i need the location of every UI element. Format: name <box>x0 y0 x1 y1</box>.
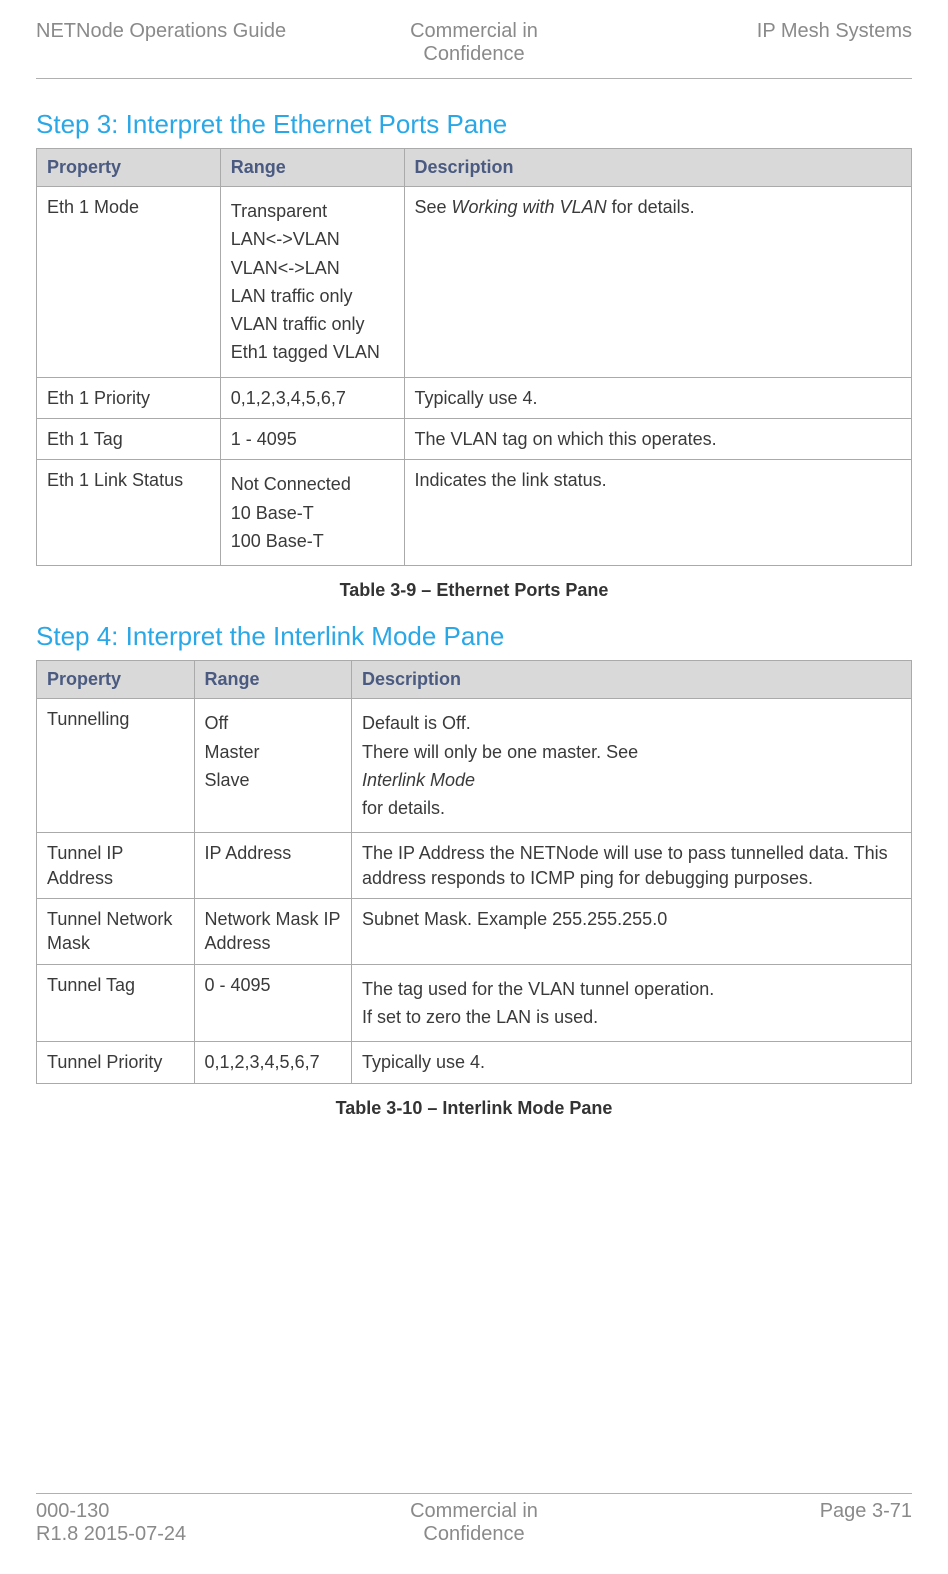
desc-line: Default is Off. <box>362 711 901 735</box>
cell-property: Eth 1 Priority <box>37 377 221 418</box>
table-header-row: Property Range Description <box>37 661 912 699</box>
col-range: Range <box>194 661 352 699</box>
cell-description: Typically use 4. <box>404 377 912 418</box>
range-opt: Not Connected <box>231 472 394 496</box>
table-row: Tunnel IP Address IP Address The IP Addr… <box>37 833 912 899</box>
footer-center-line1: Commercial in <box>410 1500 538 1522</box>
cell-property: Eth 1 Mode <box>37 187 221 378</box>
page: NETNode Operations Guide Commercial in C… <box>0 0 948 1574</box>
step4-heading: Step 4: Interpret the Interlink Mode Pan… <box>36 621 912 652</box>
cell-description: The VLAN tag on which this operates. <box>404 419 912 460</box>
desc-line: There will only be one master. See Inter… <box>362 740 901 821</box>
table-row: Tunnel Tag 0 - 4095 The tag used for the… <box>37 964 912 1042</box>
range-opt: Transparent <box>231 199 394 223</box>
header-center-line2: Confidence <box>423 43 524 65</box>
cell-description: See Working with VLAN for details. <box>404 187 912 378</box>
footer-revdate: R1.8 2015-07-24 <box>36 1523 186 1545</box>
cell-range: IP Address <box>194 833 352 899</box>
header-rule <box>36 78 912 79</box>
range-opt: VLAN traffic only <box>231 312 394 336</box>
range-opt: Master <box>205 740 342 764</box>
header-right: IP Mesh Systems <box>620 20 912 66</box>
cell-description: Subnet Mask. Example 255.255.255.0 <box>352 899 912 965</box>
footer-center-line2: Confidence <box>423 1523 524 1545</box>
desc-text: for details. <box>362 796 901 820</box>
cell-range: Network Mask IP Address <box>194 899 352 965</box>
range-opt: 10 Base-T <box>231 501 394 525</box>
range-opt: Slave <box>205 768 342 792</box>
col-description: Description <box>352 661 912 699</box>
running-footer: 000-130 R1.8 2015-07-24 Commercial in Co… <box>36 1493 912 1546</box>
range-opt: 100 Base-T <box>231 529 394 553</box>
desc-italic: Interlink Mode <box>362 768 901 792</box>
table-row: Eth 1 Priority 0,1,2,3,4,5,6,7 Typically… <box>37 377 912 418</box>
step3-heading: Step 3: Interpret the Ethernet Ports Pan… <box>36 109 912 140</box>
range-opt: Eth1 tagged VLAN <box>231 340 394 364</box>
footer-left: 000-130 R1.8 2015-07-24 <box>36 1500 328 1546</box>
desc-text: See <box>415 197 452 217</box>
desc-text: There will only be one master. See <box>362 740 901 764</box>
desc-line: If set to zero the LAN is used. <box>362 1005 901 1029</box>
cell-property: Tunnelling <box>37 699 195 833</box>
table-header-row: Property Range Description <box>37 149 912 187</box>
footer-page: Page 3-71 <box>620 1500 912 1546</box>
table-row: Eth 1 Link Status Not Connected 10 Base-… <box>37 460 912 566</box>
cell-range: 0 - 4095 <box>194 964 352 1042</box>
range-opt: Off <box>205 711 342 735</box>
footer-docnum: 000-130 <box>36 1500 109 1522</box>
cell-property: Tunnel Tag <box>37 964 195 1042</box>
cell-description: The tag used for the VLAN tunnel operati… <box>352 964 912 1042</box>
cell-property: Tunnel Network Mask <box>37 899 195 965</box>
cell-range: Not Connected 10 Base-T 100 Base-T <box>220 460 404 566</box>
header-center: Commercial in Confidence <box>328 20 620 66</box>
cell-property: Tunnel Priority <box>37 1042 195 1083</box>
cell-description: Indicates the link status. <box>404 460 912 566</box>
desc-line: The tag used for the VLAN tunnel operati… <box>362 977 901 1001</box>
table-row: Eth 1 Mode Transparent LAN<->VLAN VLAN<-… <box>37 187 912 378</box>
table-row: Tunnel Network Mask Network Mask IP Addr… <box>37 899 912 965</box>
cell-range: Off Master Slave <box>194 699 352 833</box>
cell-range: Transparent LAN<->VLAN VLAN<->LAN LAN tr… <box>220 187 404 378</box>
header-center-line1: Commercial in <box>410 20 538 42</box>
footer-center: Commercial in Confidence <box>328 1500 620 1546</box>
footer-rule <box>36 1493 912 1494</box>
range-opt: LAN traffic only <box>231 284 394 308</box>
table-caption: Table 3-9 – Ethernet Ports Pane <box>36 580 912 601</box>
table-interlink-mode: Property Range Description Tunnelling Of… <box>36 660 912 1083</box>
running-header: NETNode Operations Guide Commercial in C… <box>36 20 912 66</box>
desc-italic: Working with VLAN <box>452 197 607 217</box>
table-ethernet-ports: Property Range Description Eth 1 Mode Tr… <box>36 148 912 566</box>
col-property: Property <box>37 661 195 699</box>
cell-range: 1 - 4095 <box>220 419 404 460</box>
cell-description: The IP Address the NETNode will use to p… <box>352 833 912 899</box>
table-row: Tunnelling Off Master Slave Default is O… <box>37 699 912 833</box>
cell-property: Eth 1 Tag <box>37 419 221 460</box>
col-range: Range <box>220 149 404 187</box>
table-row: Tunnel Priority 0,1,2,3,4,5,6,7 Typicall… <box>37 1042 912 1083</box>
cell-property: Tunnel IP Address <box>37 833 195 899</box>
table-row: Eth 1 Tag 1 - 4095 The VLAN tag on which… <box>37 419 912 460</box>
cell-range: 0,1,2,3,4,5,6,7 <box>220 377 404 418</box>
range-opt: VLAN<->LAN <box>231 256 394 280</box>
desc-text: for details. <box>607 197 695 217</box>
col-property: Property <box>37 149 221 187</box>
col-description: Description <box>404 149 912 187</box>
cell-description: Typically use 4. <box>352 1042 912 1083</box>
cell-range: 0,1,2,3,4,5,6,7 <box>194 1042 352 1083</box>
table-caption: Table 3-10 – Interlink Mode Pane <box>36 1098 912 1119</box>
cell-description: Default is Off. There will only be one m… <box>352 699 912 833</box>
range-opt: LAN<->VLAN <box>231 227 394 251</box>
cell-property: Eth 1 Link Status <box>37 460 221 566</box>
header-left: NETNode Operations Guide <box>36 20 328 66</box>
